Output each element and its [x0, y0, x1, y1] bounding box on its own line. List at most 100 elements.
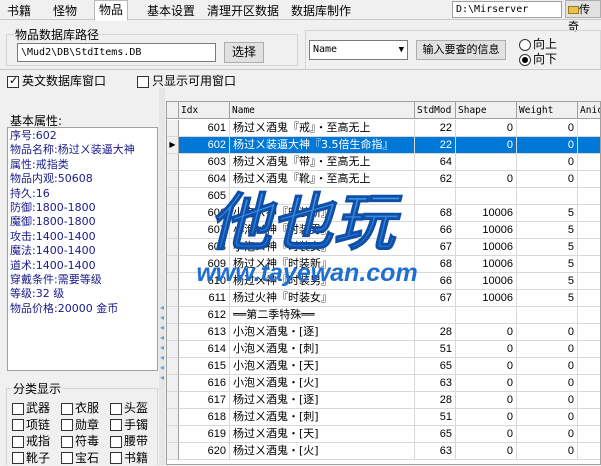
table-row[interactable]: 606 小泡ㄨ神『时装新』 68 10006 5 — [167, 205, 600, 222]
category-item[interactable]: 书籍 — [110, 449, 148, 466]
table-row[interactable]: 615 小泡ㄨ酒鬼・[天] 65 0 0 — [167, 358, 600, 375]
table-row[interactable]: 610 杨过ㄨ神『时装男』 66 10006 5 — [167, 273, 600, 290]
category-item[interactable]: 戒指 — [12, 432, 50, 449]
english-db-checkbox[interactable] — [7, 74, 19, 88]
category-checkbox[interactable] — [61, 419, 73, 431]
table-row[interactable]: 614 小泡ㄨ酒鬼・[刺] 51 0 0 — [167, 341, 600, 358]
category-checkbox[interactable] — [12, 452, 24, 464]
category-item[interactable]: 符毒 — [61, 432, 99, 449]
cell-shape: 0 — [456, 341, 517, 358]
category-checkbox[interactable] — [110, 452, 122, 464]
row-indicator[interactable] — [167, 358, 179, 375]
cell-anic — [578, 358, 600, 375]
header-stdmod[interactable]: StdMod — [415, 102, 456, 119]
row-indicator[interactable] — [167, 273, 179, 290]
row-indicator[interactable] — [167, 222, 179, 239]
table-row[interactable]: 608 小泡ㄨ神『时装女』 67 10006 5 — [167, 239, 600, 256]
category-checkbox[interactable] — [12, 402, 24, 415]
table-row[interactable]: 604 杨过ㄨ酒鬼『靴』・至高无上 62 0 0 — [167, 171, 600, 188]
table-row[interactable]: 605 — [167, 188, 600, 205]
db-path-input[interactable]: \Mud2\DB\StdItems.DB — [17, 43, 216, 62]
header-idx[interactable]: Idx — [179, 102, 230, 119]
category-checkbox[interactable] — [110, 402, 122, 415]
radio-down[interactable] — [519, 53, 531, 66]
table-row[interactable]: 617 杨过ㄨ酒鬼・[逐] 28 0 0 — [167, 392, 600, 409]
category-checkbox[interactable] — [110, 419, 122, 431]
table-row[interactable]: 607 小泡ㄨ神『时装男』 66 10006 5 — [167, 222, 600, 239]
only-usable-checkbox[interactable] — [137, 75, 149, 88]
category-item-label: 书籍 — [124, 450, 149, 465]
table-row[interactable]: 609 杨过ㄨ神『时装新』 68 10006 5 — [167, 256, 600, 273]
row-indicator[interactable] — [167, 188, 179, 205]
search-field-select[interactable]: Name ▼ — [309, 40, 408, 60]
items-table[interactable]: Idx Name StdMod Shape Weight Anic 601 杨过ㄨ… — [166, 101, 601, 465]
row-indicator[interactable] — [167, 120, 179, 137]
row-indicator[interactable] — [167, 205, 179, 222]
folder-button[interactable]: 传奇 — [565, 0, 601, 33]
row-indicator[interactable] — [167, 443, 179, 460]
row-indicator[interactable] — [167, 290, 179, 307]
header-weight[interactable]: Weight — [517, 102, 578, 119]
row-indicator[interactable] — [167, 392, 179, 409]
row-indicator[interactable] — [167, 239, 179, 256]
server-path-field[interactable]: D:\Mirserver — [452, 1, 562, 18]
category-checkbox[interactable] — [61, 402, 73, 415]
only-usable-option[interactable]: 只显示可用窗口 — [137, 72, 236, 89]
table-row[interactable]: 613 小泡ㄨ酒鬼・[逐] 28 0 0 — [167, 324, 600, 341]
cell-weight: 5 — [517, 205, 578, 222]
row-indicator[interactable] — [167, 171, 179, 188]
table-row[interactable]: 611 杨过火神『时装女』 67 10006 5 — [167, 290, 600, 307]
header-shape[interactable]: Shape — [456, 102, 517, 119]
header-anic[interactable]: Anic — [578, 102, 600, 119]
category-item[interactable]: 宝石 — [61, 449, 99, 466]
category-item[interactable]: 勋章 — [61, 416, 99, 433]
english-db-option[interactable]: 英文数据库窗口 — [7, 72, 106, 89]
category-item-label: 宝石 — [75, 450, 100, 465]
tab-books[interactable]: 书籍 — [2, 1, 36, 20]
tab-database-build[interactable]: 数据库制作 — [286, 1, 356, 20]
category-item[interactable]: 衣服 — [61, 399, 99, 416]
info-line: 攻击:1400-1400 — [10, 229, 96, 243]
info-line: 魔御:1800-1800 — [10, 215, 96, 229]
row-indicator[interactable] — [167, 256, 179, 273]
category-item[interactable]: 腰带 — [110, 432, 148, 449]
direction-up-option[interactable]: 向上 — [519, 38, 557, 51]
search-input-button[interactable]: 输入要查的信息 — [416, 40, 506, 60]
category-checkbox[interactable] — [61, 452, 73, 464]
header-name[interactable]: Name — [230, 102, 415, 119]
table-row[interactable]: 619 杨过ㄨ酒鬼・[天] 65 0 0 — [167, 426, 600, 443]
table-row[interactable]: 618 杨过ㄨ酒鬼・[刺] 51 0 0 — [167, 409, 600, 426]
category-checkbox[interactable] — [61, 435, 73, 448]
row-indicator[interactable] — [167, 426, 179, 443]
table-row[interactable]: 616 小泡ㄨ酒鬼・[火] 63 0 0 — [167, 375, 600, 392]
tab-items[interactable]: 物品 — [94, 0, 129, 21]
direction-down-option[interactable]: 向下 — [519, 53, 557, 66]
category-item[interactable]: 项链 — [12, 416, 50, 433]
row-indicator[interactable] — [167, 375, 179, 392]
table-row[interactable]: 603 杨过ㄨ酒鬼『带』・至高无上 64 0 — [167, 154, 600, 171]
tab-basic-settings[interactable]: 基本设置 — [142, 1, 200, 20]
row-indicator[interactable] — [167, 324, 179, 341]
cell-idx: 601 — [179, 120, 230, 137]
splitter[interactable]: ◂ ◂ ◂ ◂ ◂ ◂ ◂ ◂ — [159, 88, 165, 465]
category-item[interactable]: 武器 — [12, 399, 50, 416]
category-checkbox[interactable] — [12, 419, 24, 431]
row-indicator[interactable] — [167, 341, 179, 358]
row-pointer-icon[interactable]: ▶ — [167, 137, 179, 154]
row-indicator[interactable] — [167, 307, 179, 324]
category-checkbox[interactable] — [110, 435, 122, 448]
row-indicator[interactable] — [167, 154, 179, 171]
category-item[interactable]: 靴子 — [12, 449, 50, 466]
category-item[interactable]: 手镯 — [110, 416, 148, 433]
tab-monsters[interactable]: 怪物 — [48, 1, 82, 20]
category-item[interactable]: 头盔 — [110, 399, 148, 416]
tab-clear-server-data[interactable]: 清理开区数据 — [202, 1, 284, 20]
row-indicator[interactable] — [167, 409, 179, 426]
category-checkbox[interactable] — [12, 435, 24, 448]
table-row[interactable]: 612 ══第二季特殊══ — [167, 307, 600, 324]
table-row[interactable]: ▶ 602 杨过ㄨ装逼大神『3.5倍生命指』 22 0 0 — [167, 137, 600, 154]
table-row[interactable]: 620 杨过ㄨ酒鬼・[火] 63 0 0 — [167, 443, 600, 460]
select-db-button[interactable]: 选择 — [224, 42, 264, 63]
radio-up[interactable] — [519, 38, 531, 51]
table-row[interactable]: 601 杨过ㄨ酒鬼『戒』・至高无上 22 0 0 — [167, 120, 600, 137]
